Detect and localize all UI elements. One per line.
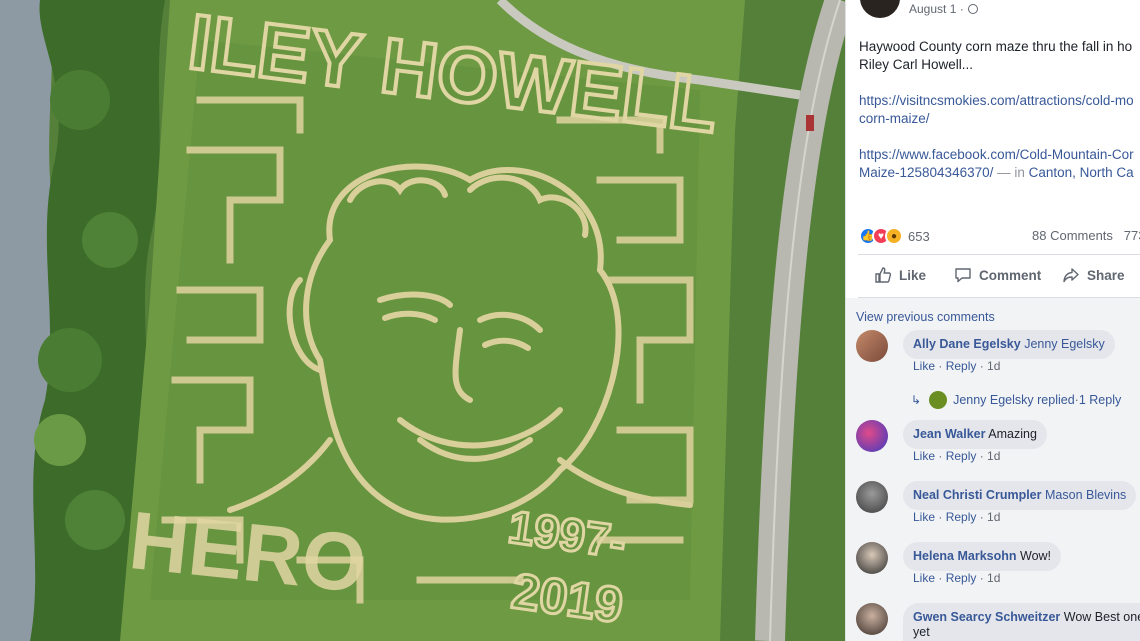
post-link-2-cont[interactable]: Maize-125804346370/ (859, 165, 993, 180)
comment-text: Wow! (1020, 549, 1052, 563)
comment-share-counts[interactable]: 88 Comments 773 (1032, 228, 1140, 243)
avatar[interactable] (856, 542, 888, 574)
comment-like-link[interactable]: Like (913, 359, 935, 373)
comment-meta: Like · Reply · 1d (913, 449, 1000, 463)
post-date[interactable]: August 1 · (909, 2, 978, 16)
meta-separator: · (976, 510, 988, 524)
comment-author[interactable]: Ally Dane Egelsky (913, 337, 1021, 351)
meta-separator: · (935, 449, 946, 463)
comment-meta: Like · Reply · 1d (913, 510, 1000, 524)
share-button-label[interactable]: Share (1087, 268, 1125, 283)
comment-meta: Like · Reply · 1d (913, 359, 1000, 373)
comment-bubble: Ally Dane Egelsky Jenny Egelsky (903, 330, 1115, 359)
comments-section: View previous comments Ally Dane Egelsky… (846, 298, 1140, 641)
meta-separator: · (976, 571, 988, 585)
post-link-1[interactable]: https://visitncsmokies.com/attractions/c… (859, 93, 1134, 108)
post-date-label[interactable]: August 1 · (909, 2, 964, 16)
globe-icon (967, 4, 978, 14)
comment-button[interactable]: Comment (954, 266, 1041, 284)
comment-author[interactable]: Jean Walker (913, 427, 986, 441)
meta-separator: · (935, 359, 946, 373)
share-arrow-icon (1063, 268, 1079, 283)
comment-author[interactable]: Gwen Searcy Schweitzer (913, 610, 1060, 624)
reactions-summary[interactable]: 👍 ♥ ● 653 (859, 226, 930, 246)
meta-separator: · (935, 510, 946, 524)
comment-author[interactable]: Neal Christi Crumpler (913, 488, 1042, 502)
comment-reply-link[interactable]: Reply (946, 449, 977, 463)
reply-summary[interactable]: ↳ Jenny Egelsky replied · 1 Reply (911, 391, 1121, 409)
comment-text: Wow Best one (1063, 610, 1140, 624)
avatar[interactable] (856, 420, 888, 452)
comment-reply-link[interactable]: Reply (946, 359, 977, 373)
like-button-label[interactable]: Like (899, 268, 926, 283)
wow-reaction-icon: ● (885, 227, 903, 245)
comment-bubble: Jean Walker Amazing (903, 420, 1047, 449)
comment-bubble: Neal Christi Crumpler Mason Blevins (903, 481, 1137, 510)
post-link-1-cont[interactable]: corn-maize/ (859, 111, 930, 126)
comment-tag[interactable]: Mason Blevins (1045, 488, 1126, 502)
meta-separator: · (976, 449, 988, 463)
comment-reply-link[interactable]: Reply (946, 510, 977, 524)
comment-bubble: Gwen Searcy Schweitzer Wow Best one yet (903, 603, 1140, 641)
comment-bubble-icon (955, 268, 971, 283)
avatar (929, 391, 948, 409)
comment-time[interactable]: 1d (987, 359, 1000, 373)
comment-like-link[interactable]: Like (913, 571, 935, 585)
reply-summary-count[interactable]: 1 Reply (1079, 393, 1121, 407)
comment-bubble: Helena Marksohn Wow! (903, 542, 1062, 571)
post-text-line2: Riley Carl Howell... (859, 57, 974, 72)
comments-count[interactable]: 88 Comments (1032, 228, 1113, 243)
reaction-count[interactable]: 653 (908, 229, 930, 244)
shares-count[interactable]: 773 (1124, 228, 1140, 243)
reply-summary-who[interactable]: Jenny Egelsky replied (953, 393, 1075, 407)
comment-time[interactable]: 1d (987, 510, 1000, 524)
divider (858, 254, 1140, 255)
comment-text-cont: yet (913, 625, 930, 639)
view-previous-comments-link[interactable]: View previous comments (856, 310, 995, 324)
comment-text: Amazing (988, 427, 1037, 441)
share-button[interactable]: Share (1062, 266, 1125, 284)
comment-like-link[interactable]: Like (913, 510, 935, 524)
comment-button-label[interactable]: Comment (979, 268, 1041, 283)
post-actions: Like Comment Share (846, 266, 1140, 288)
post-text-line1: Haywood County corn maze thru the fall i… (859, 39, 1133, 54)
comment-reply-link[interactable]: Reply (946, 571, 977, 585)
post-location-prefix: — in (993, 165, 1029, 180)
reply-arrow-icon: ↳ (911, 393, 922, 407)
maze-illustration: ILEY HOWELL HERO 1997- 2019 (0, 0, 845, 641)
avatar[interactable] (856, 330, 888, 362)
meta-separator: · (935, 571, 946, 585)
comment-time[interactable]: 1d (987, 449, 1000, 463)
avatar[interactable] (856, 603, 888, 635)
like-button[interactable]: Like (874, 266, 926, 284)
meta-separator: · (976, 359, 988, 373)
thumbs-up-icon (875, 267, 892, 283)
post-location[interactable]: Canton, North Ca (1029, 165, 1134, 180)
post-body: Haywood County corn maze thru the fall i… (859, 38, 1140, 200)
comment-author[interactable]: Helena Marksohn (913, 549, 1017, 563)
comment-meta: Like · Reply · 1d (913, 571, 1000, 585)
comment-like-link[interactable]: Like (913, 449, 935, 463)
avatar[interactable] (856, 481, 888, 513)
facebook-post-panel: August 1 · Haywood County corn maze thru… (845, 0, 1140, 641)
page-avatar[interactable] (860, 0, 900, 18)
comment-time[interactable]: 1d (987, 571, 1000, 585)
aerial-corn-maze-photo: ILEY HOWELL HERO 1997- 2019 (0, 0, 845, 641)
post-link-2[interactable]: https://www.facebook.com/Cold-Mountain-C… (859, 147, 1134, 162)
comment-tag[interactable]: Jenny Egelsky (1024, 337, 1105, 351)
